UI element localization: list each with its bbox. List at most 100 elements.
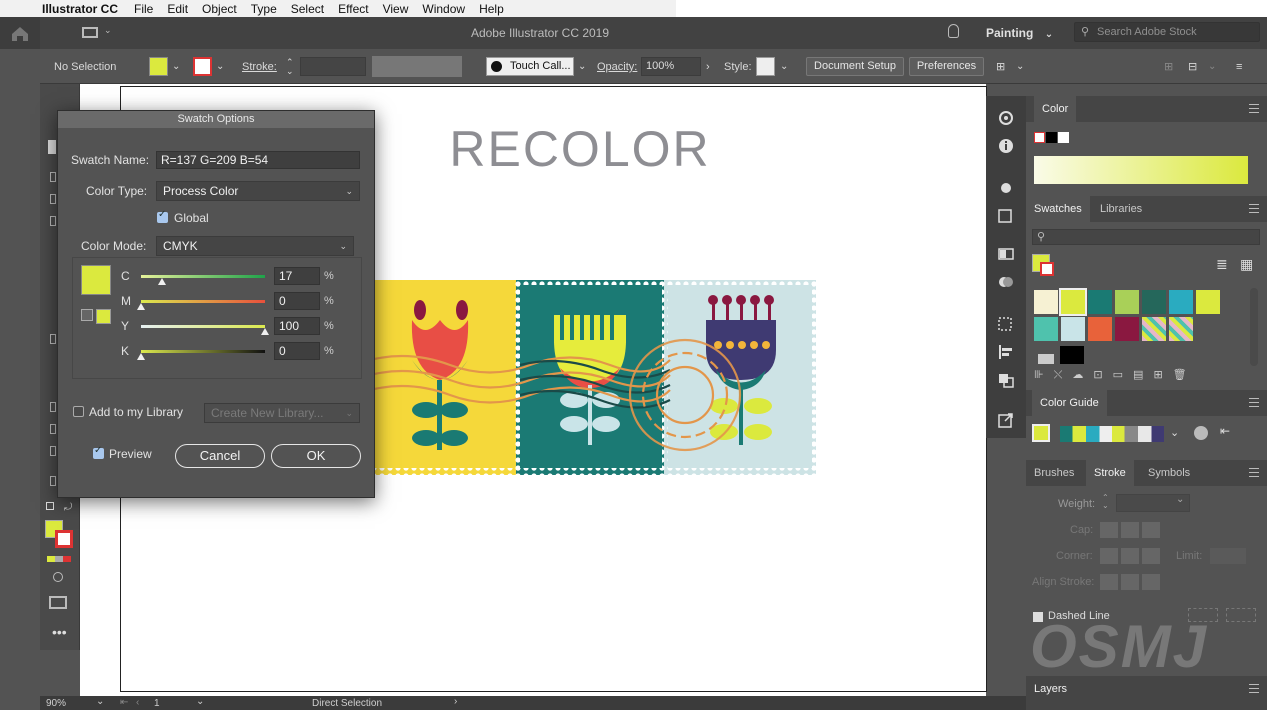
gamut-swatch[interactable] [96, 309, 111, 324]
stroke-label[interactable]: Stroke: [242, 58, 277, 76]
cancel-button[interactable]: Cancel [175, 444, 265, 468]
chevron-down-icon[interactable]: ⌄ [780, 58, 788, 76]
home-button[interactable] [0, 17, 40, 49]
opacity-field[interactable]: 100% [641, 57, 701, 76]
slider-track-y[interactable] [141, 325, 265, 328]
slider-thumb-k[interactable] [137, 353, 145, 360]
color-spectrum-bar[interactable] [1034, 156, 1248, 184]
trash-icon[interactable]: 🗑 [1173, 369, 1197, 381]
slider-track-m[interactable] [141, 300, 265, 303]
tool-icon[interactable] [50, 172, 56, 182]
menu-effect[interactable]: Effect [338, 2, 368, 16]
swatch-tile[interactable] [1142, 290, 1166, 314]
appearance-icon[interactable] [997, 274, 1015, 290]
chevron-down-icon[interactable]: ⌄ [1208, 58, 1216, 76]
style-swatch[interactable] [756, 57, 775, 76]
stamps-artwork[interactable] [370, 280, 820, 475]
tool-selection[interactable] [48, 140, 56, 154]
swatch-tile[interactable] [1115, 317, 1139, 341]
tool-icon[interactable] [50, 402, 56, 412]
transform-icon[interactable] [997, 208, 1015, 224]
swatch-tile[interactable] [1088, 317, 1112, 341]
base-color-swatch[interactable] [1032, 424, 1050, 442]
swatch-scrollbar[interactable] [1250, 288, 1258, 366]
tool-icon[interactable] [50, 216, 56, 226]
draw-mode-icon[interactable] [53, 572, 63, 582]
cap-buttons[interactable] [1100, 522, 1160, 538]
swatch-tile[interactable] [1169, 290, 1193, 314]
cloud-icon[interactable]: ☁ [1072, 369, 1093, 381]
chevron-down-icon[interactable]: ⌄ [578, 58, 586, 76]
chevron-down-icon[interactable]: ⌄ [172, 58, 180, 76]
menu-file[interactable]: File [134, 2, 153, 16]
slider-value-m[interactable]: 0 [274, 292, 320, 310]
stroke-swatch[interactable] [193, 57, 212, 76]
panel-menu-icon[interactable] [1249, 204, 1259, 213]
slider-value-k[interactable]: 0 [274, 342, 320, 360]
tab-libraries[interactable]: Libraries [1092, 196, 1150, 222]
tab-color-guide[interactable]: Color Guide [1032, 390, 1107, 416]
arrange-icon[interactable]: ⊞ [996, 58, 1005, 76]
gear-icon[interactable] [997, 110, 1015, 126]
ok-button[interactable]: OK [271, 444, 361, 468]
new-swatch-icon[interactable]: ⊞ [1153, 369, 1172, 381]
swatch-tile[interactable] [1088, 290, 1112, 314]
harmony-strip[interactable] [1060, 426, 1164, 442]
first-artboard-icon[interactable]: ⇤ [120, 697, 128, 708]
menu-window[interactable]: Window [422, 2, 465, 16]
tab-brushes[interactable]: Brushes [1026, 460, 1082, 486]
swap-colors-icon[interactable]: ⤾ [64, 502, 72, 513]
weight-stepper-icon[interactable]: ⌃ ⌄ [1102, 494, 1109, 510]
limit-field[interactable] [1210, 548, 1246, 564]
none-swatch-icon[interactable] [1034, 132, 1045, 143]
zoom-level[interactable]: 90% [46, 698, 66, 709]
add-library-checkbox[interactable] [73, 406, 84, 417]
color-mode-select[interactable]: CMYK ⌄ [156, 236, 354, 256]
tab-symbols[interactable]: Symbols [1140, 460, 1198, 486]
panel-menu-icon[interactable] [1249, 104, 1259, 113]
chevron-right-icon[interactable]: › [454, 696, 457, 707]
chevron-down-icon[interactable]: ⌄ [1016, 58, 1024, 76]
chevron-down-icon[interactable]: ⌄ [1170, 426, 1179, 439]
chevron-down-icon[interactable]: ⌄ [1176, 494, 1184, 505]
swatch-tile[interactable] [1034, 317, 1058, 341]
opacity-label[interactable]: Opacity: [597, 58, 637, 76]
pathfinder-icon[interactable] [997, 372, 1015, 388]
library-icon[interactable]: ⊪ [1034, 369, 1054, 381]
menu-view[interactable]: View [383, 2, 409, 16]
variable-width-profile[interactable] [372, 56, 462, 77]
swatch-name-input[interactable]: R=137 G=209 B=54 [156, 151, 360, 169]
slider-thumb-y[interactable] [261, 328, 269, 335]
menu-type[interactable]: Type [251, 2, 277, 16]
gradient-icon[interactable] [997, 246, 1015, 262]
preferences-button[interactable]: Preferences [909, 57, 984, 76]
global-checkbox[interactable] [157, 209, 168, 223]
menu-select[interactable]: Select [291, 2, 324, 16]
menu-object[interactable]: Object [202, 2, 237, 16]
export-icon[interactable] [997, 412, 1015, 428]
swatch-tile[interactable] [1115, 290, 1139, 314]
stroke-stepper-icon[interactable]: ⌃ ⌄ [286, 58, 294, 76]
menu-help[interactable]: Help [479, 2, 504, 16]
swatch-tile[interactable] [1196, 290, 1220, 314]
more-tools-icon[interactable]: ••• [52, 624, 67, 640]
color-wheel-icon[interactable] [1194, 426, 1208, 440]
swatch-tile[interactable] [1142, 317, 1166, 341]
black-swatch[interactable] [1060, 346, 1084, 364]
grid-view-icon[interactable]: ▦ [1240, 256, 1253, 273]
swatch-tile[interactable] [1061, 317, 1085, 341]
align-icon[interactable]: ⊟ [1188, 58, 1197, 76]
panel-menu-icon[interactable] [1249, 684, 1259, 693]
brush-dropdown[interactable]: Touch Call... [486, 57, 574, 76]
slider-value-c[interactable]: 17 [274, 267, 320, 285]
panel-menu-icon[interactable]: ≡ [1236, 58, 1242, 76]
swatch-folder-icon[interactable] [1038, 354, 1054, 364]
lightbulb-icon[interactable] [948, 24, 959, 38]
panel-menu-icon[interactable] [1249, 468, 1259, 477]
swatch-tile[interactable] [1034, 290, 1058, 314]
stroke-none-indicator[interactable] [1040, 262, 1054, 276]
tool-icon[interactable] [50, 194, 56, 204]
corner-buttons[interactable] [1100, 548, 1160, 564]
slider-thumb-c[interactable] [158, 278, 167, 285]
info-icon[interactable] [997, 138, 1015, 154]
